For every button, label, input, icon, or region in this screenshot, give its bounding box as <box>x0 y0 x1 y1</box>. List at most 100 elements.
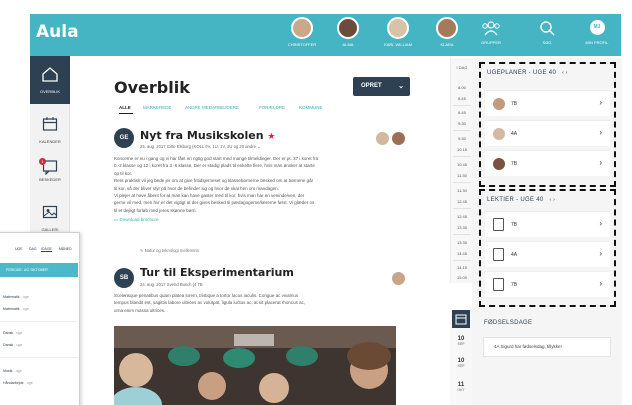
post-body-line: til kor, så der bliver styr på hvor de b… <box>114 185 279 191</box>
mobile-preview: UGE DAG IDAGE MÅNED PERIODE: UG 'OKTOBER… <box>0 232 80 405</box>
post-title[interactable]: Nyt fra Musikskolen ★ <box>140 129 275 142</box>
homework-row[interactable]: 4A › <box>485 241 610 267</box>
post-body-line: 0.-2.klasse og 12 i koret fra 3.-6.klass… <box>114 163 315 169</box>
mobile-schedule-item[interactable]: Håndarbejde - uge <box>3 381 33 385</box>
profile-initials: MJ <box>589 20 605 35</box>
mobile-tab-uge[interactable]: UGE <box>15 247 23 251</box>
timeline-time: 8.00 <box>458 85 466 90</box>
search-button[interactable]: SØG <box>527 19 567 45</box>
profile-button[interactable]: MJ MIN PROFIL <box>577 19 617 45</box>
mobile-schedule-item[interactable]: Musik - uge <box>3 369 22 373</box>
post-body-line: op til kor. <box>114 170 133 176</box>
groups-button[interactable]: GRUPPER <box>471 19 511 45</box>
timeline-divider <box>453 130 471 131</box>
child-avatar <box>291 17 313 39</box>
mobile-item-name: Matematik <box>3 295 20 299</box>
tab-alle[interactable]: ALLE <box>119 105 131 110</box>
post-body-line: Scelerisque penatibus quam platea lorem,… <box>114 293 299 298</box>
homework-row[interactable]: 7B › <box>485 271 610 297</box>
chevron-down-icon: ⌄ <box>398 83 404 90</box>
mobile-schedule-item[interactable]: Dansk - uge <box>3 331 22 335</box>
timeline-time: 14.15 <box>456 265 467 270</box>
mobile-tab-dag[interactable]: DAG <box>29 247 37 251</box>
tab-foraeldre[interactable]: FORÆLDRE <box>259 105 285 110</box>
post-photo[interactable] <box>114 326 396 405</box>
calendar-icon[interactable] <box>452 310 470 328</box>
document-icon: ▭ <box>114 217 119 223</box>
sidebar-item-beskeder[interactable]: 1 BESKEDER <box>30 158 70 182</box>
class-label: 7B <box>511 282 518 288</box>
homework-row[interactable]: 7B › <box>485 211 610 237</box>
timeline-time: 8.45 <box>458 110 466 115</box>
sidebar-item-galleri[interactable]: GALLERI <box>30 204 70 232</box>
search-label: SØG <box>542 40 552 45</box>
mobile-item-name: Håndarbejde <box>3 381 24 385</box>
weekplan-row[interactable]: 4A › <box>485 120 610 146</box>
post-eksperimentarium: ✎ Natur og teknologi mellemtrin SB Tur t… <box>114 246 405 405</box>
child-alma[interactable]: ALMA <box>323 17 373 47</box>
mobile-item-sub: - uge <box>19 307 29 311</box>
participant-avatar <box>392 272 405 285</box>
search-icon <box>527 19 567 36</box>
aula-logo[interactable]: Aula <box>36 22 79 42</box>
sidebar-item-kalender[interactable]: KALENDER <box>30 116 70 144</box>
calendar-day[interactable]: 11 OKT <box>450 382 472 392</box>
mobile-period-banner: PERIODE: UG 'OKTOBER' <box>0 263 78 277</box>
timeline-time: 11.30 <box>457 173 467 178</box>
top-bar: Aula CHRISTOFFER ALMA KARL WILLIAM KLARA… <box>30 14 621 56</box>
mobile-divider <box>0 357 78 358</box>
child-karl-william[interactable]: KARL WILLIAM <box>373 17 423 47</box>
timeline-time: 13.30 <box>456 240 467 245</box>
sidebar-item-label: KALENDER <box>39 139 61 144</box>
right-widgets: UGEPLANER - UGE 40 ‹ › 7B › 4A › 7B › LE… <box>472 58 622 405</box>
category-icon: ✎ <box>140 248 144 253</box>
homework-panel: LEKTIER - UGE 40 ‹ › 7B › 4A › 7B › <box>479 189 616 307</box>
post-body-line: Rent praktisk vil jeg bede jer om at giv… <box>114 178 314 184</box>
weekplans-panel: UGEPLANER - UGE 40 ‹ › 7B › 4A › 7B › <box>479 62 616 187</box>
home-icon <box>30 66 70 87</box>
post-author-badge: GE <box>114 128 134 148</box>
day-month: SEP <box>457 364 465 368</box>
post-title[interactable]: Tur til Eksperimentarium <box>140 266 294 279</box>
post-body-line: Vi plejer at have åbent for at man kan h… <box>114 193 305 199</box>
sidebar-item-overblik[interactable]: OVERBLIK <box>30 56 70 104</box>
timeline-time: 10.15 <box>456 147 467 152</box>
calendar-day[interactable]: 10 SEP <box>450 358 472 368</box>
weekplans-title-text: UGEPLANER - UGE 40 <box>487 70 557 76</box>
weekplan-row[interactable]: 7B › <box>485 150 610 176</box>
post-body: Koncerne er nu i gang og vi har fået en … <box>114 155 399 224</box>
post-category-label: Natur og teknologi mellemtrin <box>144 248 200 253</box>
child-klara[interactable]: KLARA <box>422 17 472 47</box>
post-category: ✎ Natur og teknologi mellemtrin <box>140 248 199 253</box>
week-nav-arrows[interactable]: ‹ › <box>549 197 555 203</box>
mobile-item-sub: - uge <box>19 295 29 299</box>
mobile-schedule-item[interactable]: Matematik - uge <box>3 295 29 299</box>
tab-andre-medarbejdere[interactable]: ANDRE MEDARBEJDERE <box>185 105 239 110</box>
calendar-day[interactable]: 10 SEP <box>450 336 472 346</box>
class-label: 4A <box>511 252 518 258</box>
timeline-time: 8.45 <box>458 96 466 101</box>
mobile-schedule-item[interactable]: Dansk - uge <box>3 343 22 347</box>
mobile-tab-maaned[interactable]: MÅNED <box>59 247 72 251</box>
chevron-right-icon: › <box>599 98 602 107</box>
post-musikskolen: GE Nyt fra Musikskolen ★ 25. aug. 2017 G… <box>114 128 405 246</box>
star-icon[interactable]: ★ <box>267 132 275 142</box>
week-nav-arrows[interactable]: ‹ › <box>562 70 568 76</box>
attachment-link[interactable]: ▭ Download brochure <box>114 216 399 223</box>
participant-avatar <box>392 132 405 145</box>
tab-markerede[interactable]: MARKEREDE <box>143 105 172 110</box>
child-name: KARL WILLIAM <box>384 42 412 47</box>
child-avatar <box>387 17 409 39</box>
tab-kommune[interactable]: KOMMUNE <box>299 105 323 110</box>
birthday-notice[interactable]: 4A Sigurd har fødselsdag, tillykke! <box>483 337 611 357</box>
class-label: 7B <box>511 161 518 167</box>
profile-label: MIN PROFIL <box>585 40 609 45</box>
weekplan-row[interactable]: 7B › <box>485 90 610 116</box>
create-button[interactable]: OPRET ⌄ <box>353 77 410 96</box>
mobile-schedule-item[interactable]: Matematik - uge <box>3 307 29 311</box>
child-christoffer[interactable]: CHRISTOFFER <box>277 17 327 47</box>
mobile-tab-idage[interactable]: IDAGE <box>41 247 52 252</box>
chevron-right-icon: › <box>599 219 602 228</box>
child-avatar <box>493 98 505 110</box>
timeline-divider <box>453 105 471 106</box>
